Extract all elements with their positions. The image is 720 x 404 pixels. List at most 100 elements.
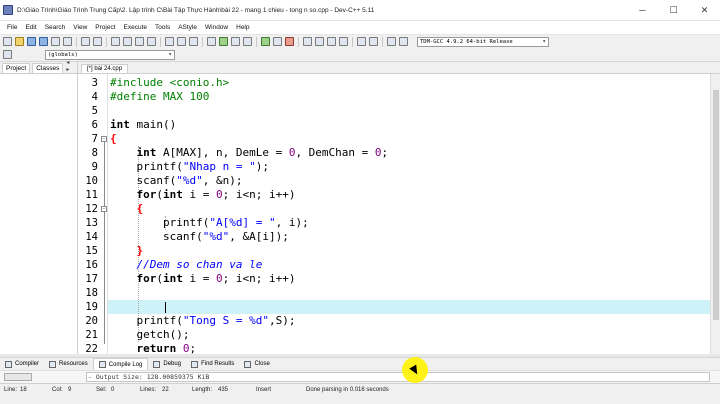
code-token: "%d" (202, 230, 230, 243)
goto-line-icon[interactable] (135, 37, 144, 46)
scrollbar-thumb[interactable] (713, 90, 719, 320)
status-length-label: Length: (192, 387, 213, 393)
scope-select[interactable]: (globals) ▾ (45, 49, 175, 60)
code-token: int (110, 118, 130, 131)
code-token: return (110, 342, 183, 354)
debug-icon[interactable] (261, 37, 270, 46)
code-token: ; i<n; i++) (222, 272, 296, 285)
find-results-icon (191, 360, 199, 368)
rebuild-icon[interactable] (243, 37, 252, 46)
run-icon[interactable] (219, 37, 228, 46)
chevron-down-icon: ▾ (168, 51, 172, 58)
grid-icon[interactable] (303, 37, 312, 46)
redo-icon[interactable] (93, 37, 102, 46)
close-window-button[interactable]: ✕ (689, 0, 720, 21)
compile-run-icon[interactable] (231, 37, 240, 46)
status-col-value: 9 (68, 387, 72, 393)
code-editor[interactable]: #include <conio.h> #define MAX 100 int m… (108, 74, 710, 354)
window-icon[interactable] (315, 37, 324, 46)
code-token: "A[%d] = " (209, 216, 276, 229)
save-icon[interactable] (27, 37, 36, 46)
open-folder-icon[interactable] (15, 37, 24, 46)
project-new-icon[interactable] (165, 37, 174, 46)
code-token: 0 (374, 146, 382, 159)
abort-compilation-button[interactable] (4, 373, 32, 381)
line-number: 21 (85, 329, 98, 341)
close-file-icon[interactable] (51, 37, 60, 46)
menu-astyle[interactable]: AStyle (174, 24, 201, 31)
insert-icon[interactable] (3, 50, 12, 59)
code-token: ; (381, 146, 389, 159)
code-line: printf("Nhap n = "); (108, 160, 710, 174)
undo-icon[interactable] (81, 37, 90, 46)
editor-file-tab[interactable]: [*] bài 24.cpp (81, 64, 129, 73)
compile-icon[interactable] (207, 37, 216, 46)
menu-execute[interactable]: Execute (120, 24, 152, 31)
editor-vertical-scrollbar[interactable] (710, 74, 720, 354)
panel-tab-scroll-arrows[interactable]: ◂ ▸ (63, 59, 77, 73)
tab-compile-log[interactable]: Compile Log (92, 358, 149, 370)
project-panel-tabs: Project Classes ◂ ▸ (0, 59, 77, 74)
compile-log-output: - Output Size: 128.00859375 KiB (0, 370, 720, 383)
minimize-button[interactable]: ─ (627, 0, 658, 21)
code-token: "Tong S = %d" (182, 314, 269, 327)
check-icon[interactable] (339, 37, 348, 46)
title-bar: D:\Giáo Trình\Giáo Trình Trung Cấp\2. Lậ… (0, 0, 720, 21)
menu-edit[interactable]: Edit (21, 24, 40, 31)
bookmark-icon[interactable] (147, 37, 156, 46)
compile-log-icon (98, 361, 106, 368)
menu-window[interactable]: Window (201, 24, 232, 31)
tab-classes[interactable]: Classes (32, 63, 64, 73)
menu-tools[interactable]: Tools (151, 24, 174, 31)
menu-help[interactable]: Help (232, 24, 253, 31)
tab-label: Close (254, 361, 270, 367)
code-token: ; (189, 342, 197, 354)
code-line: { (108, 132, 710, 146)
code-token: , DemChan = (295, 146, 375, 159)
fold-guide-line (104, 142, 105, 344)
line-number: 8 (91, 147, 98, 159)
tab-compiler[interactable]: Compiler (0, 358, 44, 370)
current-line-highlight (108, 300, 710, 314)
menu-project[interactable]: Project (91, 24, 119, 31)
save-all-icon[interactable] (39, 37, 48, 46)
info-icon[interactable] (327, 37, 336, 46)
status-lines-value: 22 (162, 387, 169, 393)
tab-resources[interactable]: Resources (44, 358, 93, 370)
print-icon[interactable] (63, 37, 72, 46)
code-token: for (110, 188, 157, 201)
line-number-gutter: 3 4 5 6 7 8 9 10 11 12 13 14 15 16 17 18… (78, 74, 100, 355)
code-token: printf( (110, 314, 183, 327)
text-caret (165, 302, 166, 313)
class-browser-icon[interactable] (387, 37, 396, 46)
project-remove-icon[interactable] (189, 37, 198, 46)
code-line: getch(); (108, 328, 710, 342)
maximize-button[interactable]: ☐ (658, 0, 689, 21)
code-token: A[MAX], n, DemLe = (156, 146, 289, 159)
project-add-icon[interactable] (177, 37, 186, 46)
secondary-toolbar: (globals) ▾ (0, 48, 720, 62)
stop-icon[interactable] (285, 37, 294, 46)
profile-icon[interactable] (273, 37, 282, 46)
tab-project[interactable]: Project (2, 63, 31, 73)
find-icon[interactable] (111, 37, 120, 46)
tab-find-results[interactable]: Find Results (186, 358, 239, 370)
code-token: "%d" (176, 174, 203, 187)
tab-close[interactable]: Close (239, 358, 274, 370)
tab-debug[interactable]: Debug (148, 358, 186, 370)
compiler-select[interactable]: TDM-GCC 4.9.2 64-bit Release ▾ (417, 36, 549, 47)
menu-search[interactable]: Search (41, 24, 70, 31)
window-title: D:\Giáo Trình\Giáo Trình Trung Cấp\2. Lậ… (17, 6, 375, 14)
chevron-down-icon: ▾ (542, 38, 546, 45)
code-line: printf("A[%d] = ", i); (108, 216, 710, 230)
new-file-icon[interactable] (3, 37, 12, 46)
doc-icon[interactable] (399, 37, 408, 46)
indent-icon[interactable] (357, 37, 366, 46)
fold-toggle-icon[interactable]: − (101, 206, 107, 212)
unindent-icon[interactable] (369, 37, 378, 46)
status-length-value: 435 (218, 387, 229, 393)
menu-view[interactable]: View (69, 24, 91, 31)
menu-file[interactable]: File (3, 24, 21, 31)
line-number: 6 (91, 119, 98, 131)
replace-icon[interactable] (123, 37, 132, 46)
